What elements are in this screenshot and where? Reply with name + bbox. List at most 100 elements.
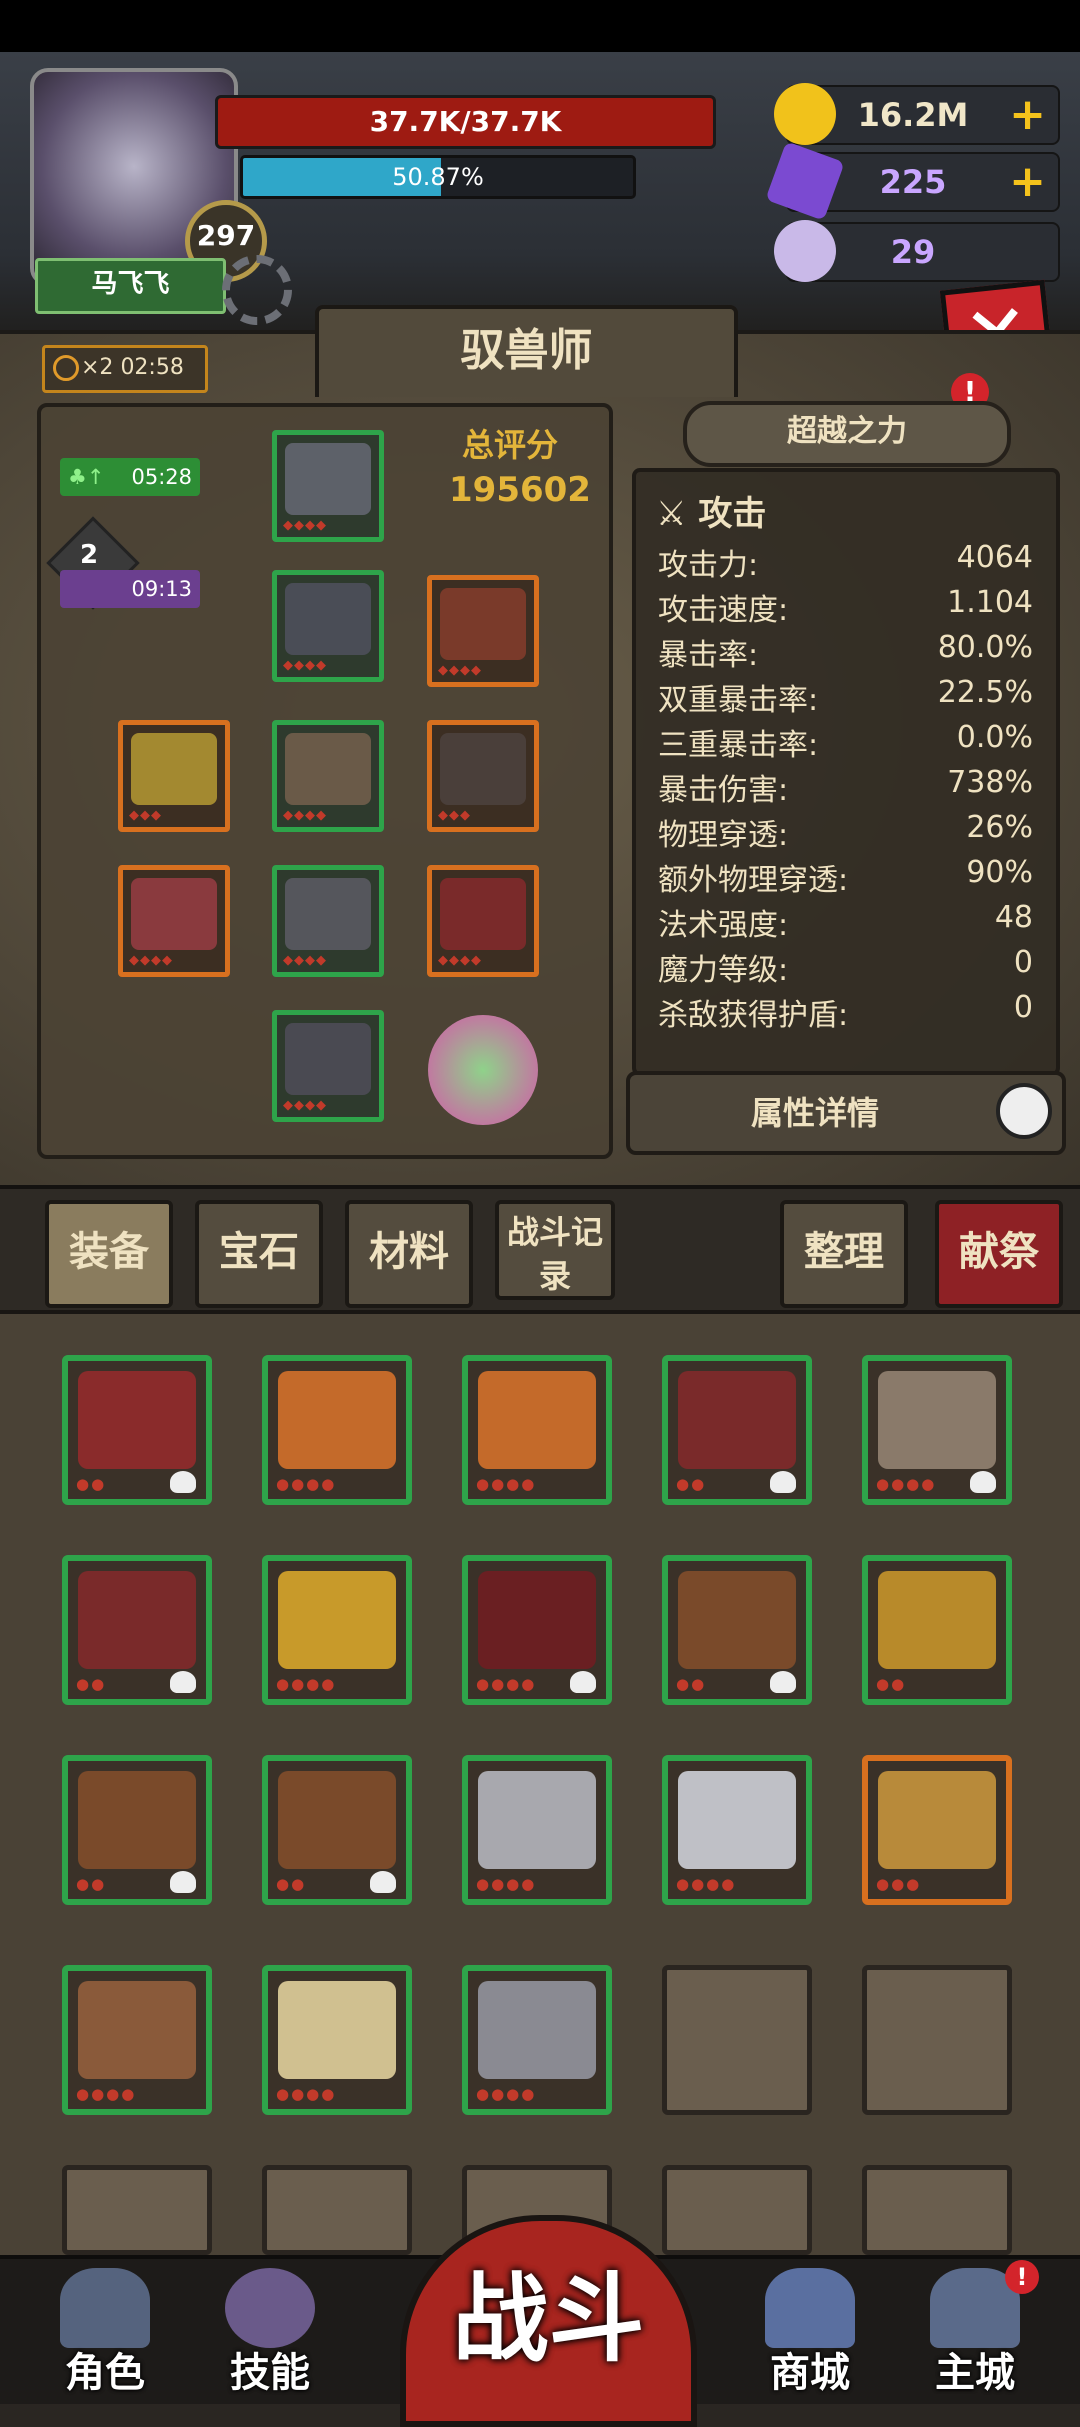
stats-header: ⚔ 攻击: [656, 486, 766, 535]
nav-shop[interactable]: 商城: [745, 2268, 875, 2398]
nav-main-city[interactable]: ! 主城: [910, 2260, 1040, 2398]
crystal-value: 225: [879, 163, 947, 201]
equip-slot-armor[interactable]: ◆◆◆◆: [272, 570, 384, 682]
class-title: 驭兽师: [460, 325, 593, 376]
tab-gems[interactable]: 宝石: [195, 1200, 323, 1308]
equip-slot-necklace[interactable]: ◆◆◆: [427, 720, 539, 832]
stat-value: 0: [1013, 945, 1033, 980]
xp-bar: 50.87%: [240, 155, 636, 199]
nav-main-city-label: 主城: [935, 2350, 1015, 2396]
equip-slot-weapon[interactable]: ◆◆◆◆: [118, 865, 230, 977]
tab-battle-log[interactable]: 战斗记录: [495, 1200, 615, 1300]
inventory-item[interactable]: ●●●●: [462, 1755, 612, 1905]
inventory-item[interactable]: ●●●●: [462, 1555, 612, 1705]
inventory-item[interactable]: ●●●●: [862, 1355, 1012, 1505]
nav-skill-label: 技能: [230, 2350, 310, 2396]
equip-slot-legs[interactable]: ◆◆◆◆: [272, 865, 384, 977]
inventory-item[interactable]: ●●: [62, 1755, 212, 1905]
gold-resource: 16.2M +: [774, 83, 1060, 145]
horn-resource: 29: [774, 220, 1060, 282]
axe-timer[interactable]: 09:13: [60, 570, 200, 608]
nav-character-label: 角色: [65, 2350, 145, 2396]
axe-boost-count: 2: [80, 540, 99, 570]
inventory-item[interactable]: ●●●●: [262, 1355, 412, 1505]
skull-icon: [770, 1471, 796, 1493]
inventory-empty-slot[interactable]: [262, 2165, 412, 2255]
fight-button[interactable]: 战斗: [400, 2215, 697, 2427]
inventory-empty-slot[interactable]: [862, 1965, 1012, 2115]
inventory-item[interactable]: ●●: [662, 1555, 812, 1705]
inventory-item[interactable]: ●●●●: [462, 1355, 612, 1505]
equip-slot-gloves[interactable]: ◆◆◆◆: [427, 865, 539, 977]
equip-slot-medallion[interactable]: [428, 1015, 538, 1125]
skull-icon: [170, 1871, 196, 1893]
inventory-item[interactable]: ●●●●: [62, 1965, 212, 2115]
stat-name: 攻击速度:: [658, 593, 789, 628]
horn-value: 29: [890, 233, 936, 271]
inventory-empty-slot[interactable]: [662, 1965, 812, 2115]
score-label: 总评分: [461, 426, 558, 464]
clover-timer[interactable]: ♣↑ 05:28: [60, 458, 200, 496]
equip-slot-pet[interactable]: ◆◆◆◆: [427, 575, 539, 687]
inventory-item[interactable]: ●●●: [862, 1755, 1012, 1905]
equip-slot-ring[interactable]: ◆◆◆: [118, 720, 230, 832]
horn-skull-icon: [774, 220, 836, 282]
stat-row: 暴击率: 80.0%: [658, 630, 1033, 674]
crystal-resource: 225 +: [765, 141, 1060, 221]
settings-gear-icon[interactable]: [222, 255, 292, 325]
inventory-item[interactable]: ●●: [62, 1555, 212, 1705]
shop-tent-icon: [765, 2268, 855, 2348]
xp-value: 50.87%: [392, 163, 484, 191]
skull-icon: [770, 1671, 796, 1693]
helmet-icon: [60, 2268, 150, 2348]
nav-skill[interactable]: 技能: [205, 2268, 335, 2398]
add-crystal-button[interactable]: +: [1009, 158, 1046, 206]
stat-value: 0: [1013, 990, 1033, 1025]
nav-character[interactable]: 角色: [40, 2268, 170, 2398]
attribute-details-button[interactable]: 属性详情: [626, 1071, 1066, 1155]
tab-equipment[interactable]: 装备: [45, 1200, 173, 1308]
inventory-item[interactable]: ●●●●: [262, 1555, 412, 1705]
attribute-details-label: 属性详情: [750, 1094, 879, 1132]
inventory-item[interactable]: ●●●●: [262, 1965, 412, 2115]
sort-button[interactable]: 整理: [780, 1200, 908, 1308]
skull-icon: [170, 1671, 196, 1693]
inventory-item[interactable]: ●●●●: [662, 1755, 812, 1905]
equip-slot-belt[interactable]: ◆◆◆◆: [272, 720, 384, 832]
transcend-button[interactable]: 超越之力: [683, 401, 1011, 467]
stat-row: 三重暴击率: 0.0%: [658, 720, 1033, 764]
equip-slot-boots[interactable]: ◆◆◆◆: [272, 1010, 384, 1122]
stats-panel: ⚔ 攻击 攻击力: 4064 攻击速度: 1.104 暴击率: 80.0% 双重暴击率: 22…: [632, 468, 1060, 1076]
skill-swirl-icon: [225, 2268, 315, 2348]
equip-slot-helmet[interactable]: ◆◆◆◆: [272, 430, 384, 542]
status-bar: [0, 0, 1080, 52]
stat-name: 三重暴击率:: [658, 728, 819, 763]
add-gold-button[interactable]: +: [1009, 91, 1046, 139]
title-tab: 驭兽师: [315, 305, 738, 397]
stat-name: 攻击力:: [658, 548, 759, 583]
stat-name: 魔力等级:: [658, 953, 789, 988]
clover-time: 05:28: [131, 465, 192, 489]
inventory-item[interactable]: ●●●●: [462, 1965, 612, 2115]
tab-materials[interactable]: 材料: [345, 1200, 473, 1308]
stat-row: 攻击速度: 1.104: [658, 585, 1033, 629]
inventory-item[interactable]: ●●: [62, 1355, 212, 1505]
hp-bar: 37.7K/37.7K: [215, 95, 716, 149]
inventory-empty-slot[interactable]: [62, 2165, 212, 2255]
stat-value: 0.0%: [956, 720, 1033, 755]
stat-value: 90%: [966, 855, 1033, 890]
inventory-empty-slot[interactable]: [862, 2165, 1012, 2255]
stat-value: 738%: [947, 765, 1033, 800]
sacrifice-button[interactable]: 献祭: [935, 1200, 1063, 1308]
inventory-item[interactable]: ●●: [862, 1555, 1012, 1705]
axe-time: 09:13: [131, 577, 192, 601]
stat-name: 杀敌获得护盾:: [658, 998, 849, 1033]
double-buff-timer[interactable]: ×2 02:58: [42, 345, 208, 393]
stat-value: 22.5%: [937, 675, 1033, 710]
player-name: 马飞飞: [35, 258, 226, 314]
inventory-item[interactable]: ●●: [662, 1355, 812, 1505]
inventory-item[interactable]: ●●: [262, 1755, 412, 1905]
skull-icon: [370, 1871, 396, 1893]
swords-icon: ⚔: [656, 494, 687, 534]
buff-icon: [53, 355, 79, 381]
